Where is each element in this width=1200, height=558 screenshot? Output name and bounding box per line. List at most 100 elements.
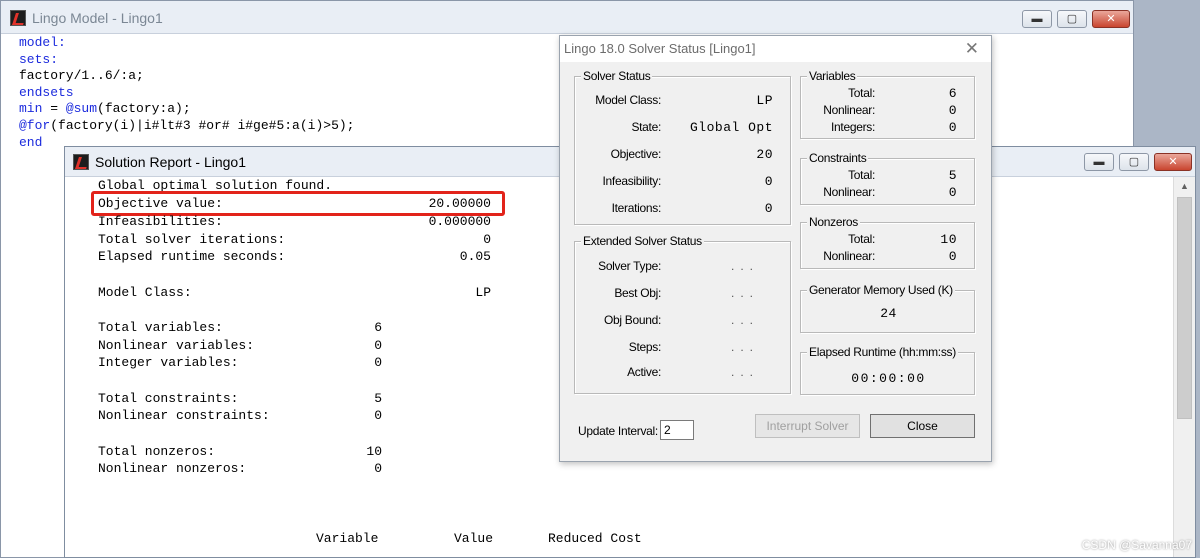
model-class-label: Model Class: bbox=[595, 93, 661, 107]
steps-value: ... bbox=[731, 340, 760, 354]
objective-value: 20 bbox=[756, 147, 773, 162]
runtime-value: 0.05 bbox=[459, 249, 491, 264]
constraints-group: Constraints Total: 5 Nonlinear: 0 bbox=[800, 151, 975, 205]
generator-memory-label: Generator Memory Used (K) bbox=[807, 283, 955, 297]
model-code-editor[interactable]: model: sets: factory/1..6/:a; endsets min = … bbox=[19, 35, 559, 151]
code-line: @for(factory(i)|i#lt#3 #or# i#ge#5:a(i)>… bbox=[19, 118, 559, 135]
column-header-reduced-cost: Reduced Cost bbox=[548, 531, 642, 546]
iterations-label: Total solver iterations: bbox=[98, 232, 286, 247]
variables-total-value: 6 bbox=[948, 86, 957, 101]
nonlinear-constraints-label: Nonlinear constraints: bbox=[98, 408, 270, 423]
constraints-total-value: 5 bbox=[948, 168, 957, 183]
variables-nonlinear-label: Nonlinear: bbox=[823, 103, 875, 117]
total-variables-label: Total variables: bbox=[98, 320, 223, 335]
extended-solver-status-label: Extended Solver Status bbox=[581, 234, 704, 248]
integer-variables-label: Integer variables: bbox=[98, 355, 239, 370]
code-line: factory/1..6/:a; bbox=[19, 68, 559, 85]
scroll-up-arrow-icon[interactable]: ▲ bbox=[1174, 177, 1195, 195]
objective-label: Objective: bbox=[610, 147, 662, 161]
runtime-label: Elapsed runtime seconds: bbox=[98, 249, 286, 264]
model-class-label: Model Class: bbox=[98, 285, 192, 300]
iterations-value: 0 bbox=[764, 201, 773, 216]
nonzeros-total-label: Total: bbox=[848, 232, 875, 246]
code-text: = bbox=[42, 101, 66, 117]
variables-group: Variables Total: 6 Nonlinear: 0 Integers… bbox=[800, 69, 975, 139]
state-value: Global Opt bbox=[689, 120, 773, 135]
code-keyword: @sum bbox=[65, 101, 98, 117]
code-text: (factory:a); bbox=[97, 101, 191, 117]
close-button[interactable]: ✕ bbox=[1154, 153, 1192, 171]
elapsed-runtime-group: Elapsed Runtime (hh:mm:ss) 00:00:00 bbox=[800, 345, 975, 395]
constraints-nonlinear-value: 0 bbox=[948, 185, 957, 200]
active-value: ... bbox=[731, 365, 760, 379]
update-interval-label: Update Interval: bbox=[578, 424, 658, 438]
variables-total-label: Total: bbox=[848, 86, 875, 100]
objective-value: 20.00000 bbox=[428, 196, 491, 211]
nonzeros-total-value: 10 bbox=[940, 232, 957, 247]
close-button[interactable]: Close bbox=[870, 414, 975, 438]
variables-integers-label: Integers: bbox=[831, 120, 875, 134]
obj-bound-value: ... bbox=[731, 313, 760, 327]
update-interval-input[interactable]: 2 bbox=[660, 420, 694, 440]
report-window-title: Solution Report - Lingo1 bbox=[95, 154, 246, 170]
model-window-title: Lingo Model - Lingo1 bbox=[32, 10, 163, 26]
close-button[interactable]: ✕ bbox=[1092, 10, 1130, 28]
total-constraints-value: 5 bbox=[374, 391, 382, 406]
report-vertical-scrollbar[interactable]: ▲ bbox=[1173, 177, 1195, 557]
obj-bound-label: Obj Bound: bbox=[603, 313, 661, 327]
maximize-button[interactable]: ▢ bbox=[1057, 10, 1087, 28]
dialog-titlebar[interactable]: Lingo 18.0 Solver Status [Lingo1] ✕ bbox=[560, 36, 991, 62]
solver-status-label: Solver Status bbox=[581, 69, 653, 83]
steps-label: Steps: bbox=[628, 340, 662, 354]
code-keyword: end bbox=[19, 134, 43, 150]
code-keyword: @for bbox=[19, 117, 51, 133]
close-icon[interactable]: ✕ bbox=[965, 39, 979, 59]
lingo-app-icon bbox=[10, 10, 26, 26]
column-header-value: Value bbox=[454, 531, 494, 546]
infeasibility-label: Infeasibility: bbox=[602, 174, 662, 188]
nonlinear-constraints-value: 0 bbox=[374, 408, 382, 423]
code-line: endsets bbox=[19, 85, 559, 102]
nonlinear-variables-label: Nonlinear variables: bbox=[98, 338, 255, 353]
variables-nonlinear-value: 0 bbox=[948, 103, 957, 118]
column-header-variable: Variable bbox=[316, 531, 379, 546]
lingo-app-icon bbox=[73, 154, 89, 170]
scroll-thumb[interactable] bbox=[1177, 197, 1192, 419]
objective-label: Objective value: bbox=[98, 196, 223, 211]
variables-label: Variables bbox=[807, 69, 858, 83]
nonlinear-nonzeros-label: Nonlinear nonzeros: bbox=[98, 461, 247, 476]
code-keyword: endsets bbox=[19, 84, 74, 100]
state-label: State: bbox=[631, 120, 661, 134]
code-keyword: sets: bbox=[19, 51, 59, 67]
best-obj-value: ... bbox=[731, 286, 760, 300]
constraints-total-label: Total: bbox=[848, 168, 875, 182]
dialog-title: Lingo 18.0 Solver Status [Lingo1] bbox=[564, 41, 756, 56]
iterations-label: Iterations: bbox=[611, 201, 662, 215]
elapsed-runtime-label: Elapsed Runtime (hh:mm:ss) bbox=[807, 345, 958, 359]
active-label: Active: bbox=[627, 365, 661, 379]
minimize-button[interactable]: ▬ bbox=[1084, 153, 1114, 171]
minimize-button[interactable]: ▬ bbox=[1022, 10, 1052, 28]
nonlinear-variables-value: 0 bbox=[374, 338, 382, 353]
infeasibilities-value: 0.000000 bbox=[428, 214, 491, 229]
model-titlebar[interactable]: Lingo Model - Lingo1 ▬ ▢ ✕ bbox=[1, 1, 1133, 34]
code-line: min = @sum(factory:a); bbox=[19, 101, 559, 118]
solver-type-label: Solver Type: bbox=[598, 259, 661, 273]
solver-status-dialog: Lingo 18.0 Solver Status [Lingo1] ✕ Solv… bbox=[559, 35, 992, 462]
code-line: model: bbox=[19, 35, 559, 52]
nonzeros-label: Nonzeros bbox=[807, 215, 860, 229]
code-keyword: min bbox=[19, 101, 43, 117]
nonzeros-group: Nonzeros Total: 10 Nonlinear: 0 bbox=[800, 215, 975, 269]
elapsed-runtime-value: 00:00:00 bbox=[851, 371, 926, 386]
generator-memory-group: Generator Memory Used (K) 24 bbox=[800, 283, 975, 333]
interrupt-solver-button[interactable]: Interrupt Solver bbox=[755, 414, 860, 438]
constraints-label: Constraints bbox=[807, 151, 869, 165]
code-line: sets: bbox=[19, 52, 559, 69]
best-obj-label: Best Obj: bbox=[614, 286, 661, 300]
model-class-value: LP bbox=[475, 285, 491, 300]
solver-status-group: Solver Status Model Class: LP State: Glo… bbox=[574, 69, 791, 225]
nonzeros-nonlinear-value: 0 bbox=[948, 249, 957, 264]
maximize-button[interactable]: ▢ bbox=[1119, 153, 1149, 171]
solver-type-value: ... bbox=[731, 259, 760, 273]
total-constraints-label: Total constraints: bbox=[98, 391, 239, 406]
